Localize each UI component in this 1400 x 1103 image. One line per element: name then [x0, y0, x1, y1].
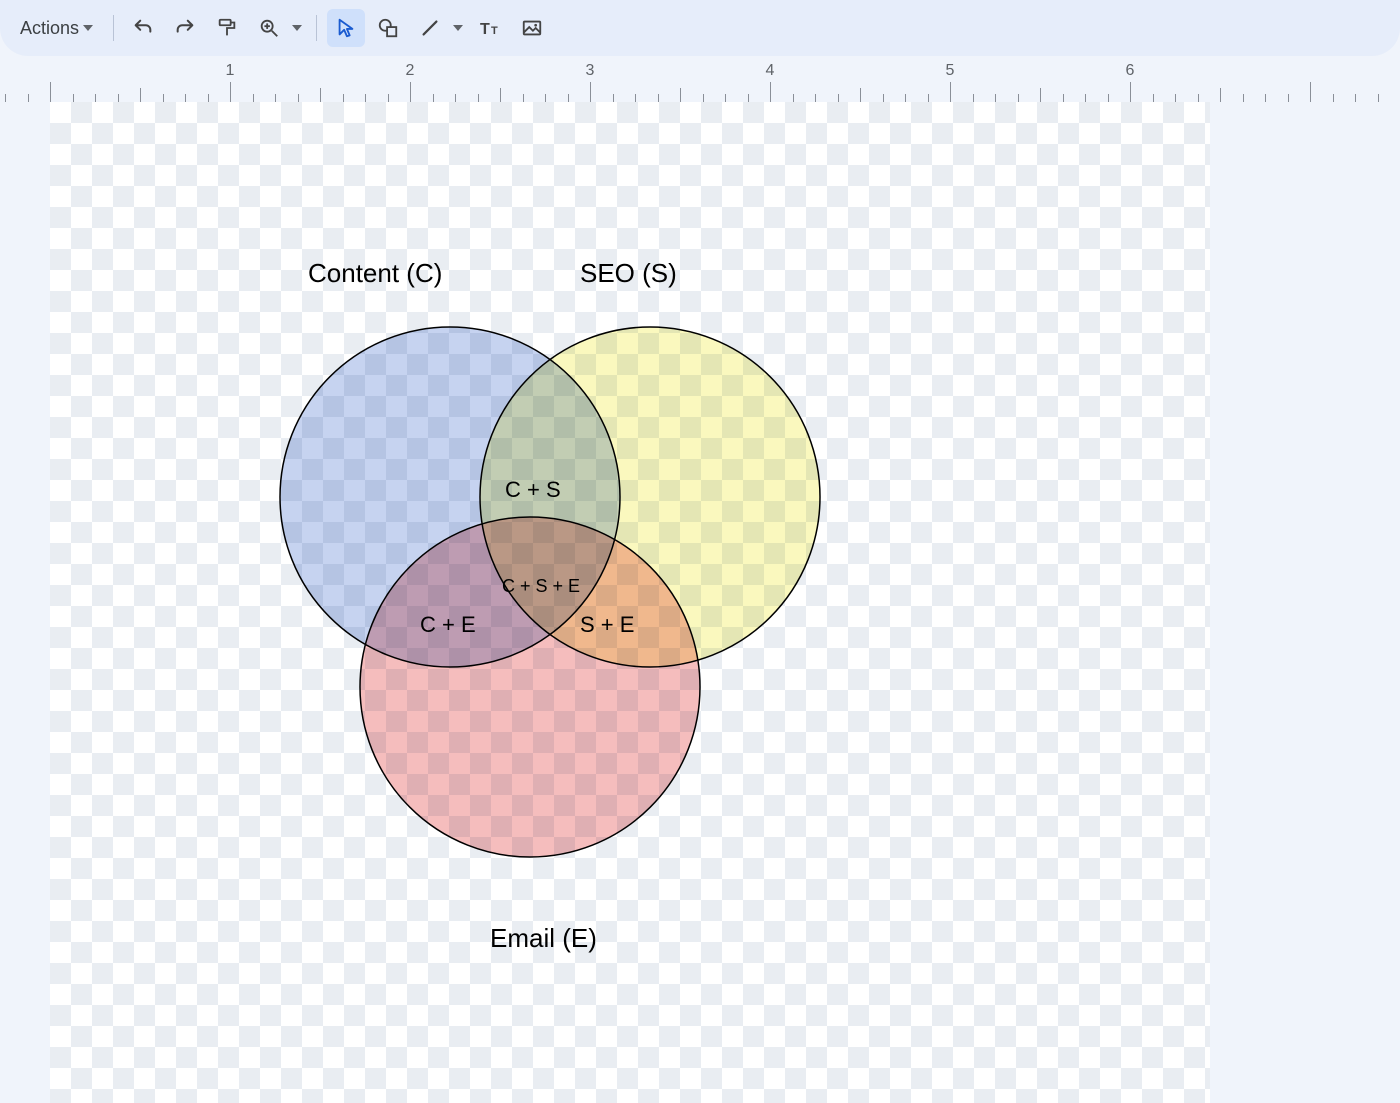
zoom-group [250, 9, 306, 47]
select-arrow-icon [335, 17, 357, 39]
actions-menu-label: Actions [20, 18, 79, 39]
venn-intersection-label-ce[interactable]: C + E [420, 612, 476, 637]
toolbar-separator [316, 15, 317, 41]
paint-format-icon [216, 17, 238, 39]
zoom-button[interactable] [250, 9, 288, 47]
insert-image-button[interactable] [513, 9, 551, 47]
ruler-label: 3 [586, 62, 595, 80]
text-box-icon: T T [478, 17, 502, 39]
svg-text:T: T [491, 25, 498, 37]
svg-text:T: T [480, 21, 490, 38]
line-tool-button[interactable] [411, 9, 449, 47]
drawing-canvas-wrap: Content (C) SEO (S) Email (E) C + S C + E S +… [0, 102, 1400, 1103]
actions-menu-button[interactable]: Actions [10, 12, 103, 45]
shape-icon [377, 17, 399, 39]
venn-intersection-label-cs[interactable]: C + S [505, 477, 561, 502]
venn-intersection-label-se[interactable]: S + E [580, 612, 634, 637]
line-dropdown[interactable] [449, 25, 467, 31]
ruler-label: 2 [406, 62, 415, 80]
ruler-label: 1 [226, 62, 235, 80]
venn-circle-e[interactable] [360, 517, 700, 857]
line-icon [419, 17, 441, 39]
toolbar: Actions [0, 0, 1400, 56]
horizontal-ruler: 1 2 3 4 5 6 [0, 56, 1400, 102]
image-icon [521, 17, 543, 39]
ruler-label: 4 [766, 62, 775, 80]
zoom-icon [258, 17, 280, 39]
chevron-down-icon [83, 25, 93, 31]
undo-button[interactable] [124, 9, 162, 47]
ruler-label: 6 [1126, 62, 1135, 80]
shape-tool-button[interactable] [369, 9, 407, 47]
zoom-dropdown[interactable] [288, 25, 306, 31]
text-box-button[interactable]: T T [471, 9, 509, 47]
undo-icon [132, 17, 154, 39]
toolbar-separator [113, 15, 114, 41]
venn-set-label-c[interactable]: Content (C) [308, 258, 442, 288]
venn-intersection-label-cse[interactable]: C + S + E [502, 576, 580, 596]
paint-format-button[interactable] [208, 9, 246, 47]
ruler-label: 5 [946, 62, 955, 80]
venn-diagram[interactable]: Content (C) SEO (S) Email (E) C + S C + E S +… [0, 102, 1400, 1103]
venn-set-label-s[interactable]: SEO (S) [580, 258, 677, 288]
redo-button[interactable] [166, 9, 204, 47]
line-group [411, 9, 467, 47]
redo-icon [174, 17, 196, 39]
select-tool-button[interactable] [327, 9, 365, 47]
venn-set-label-e[interactable]: Email (E) [490, 923, 597, 953]
